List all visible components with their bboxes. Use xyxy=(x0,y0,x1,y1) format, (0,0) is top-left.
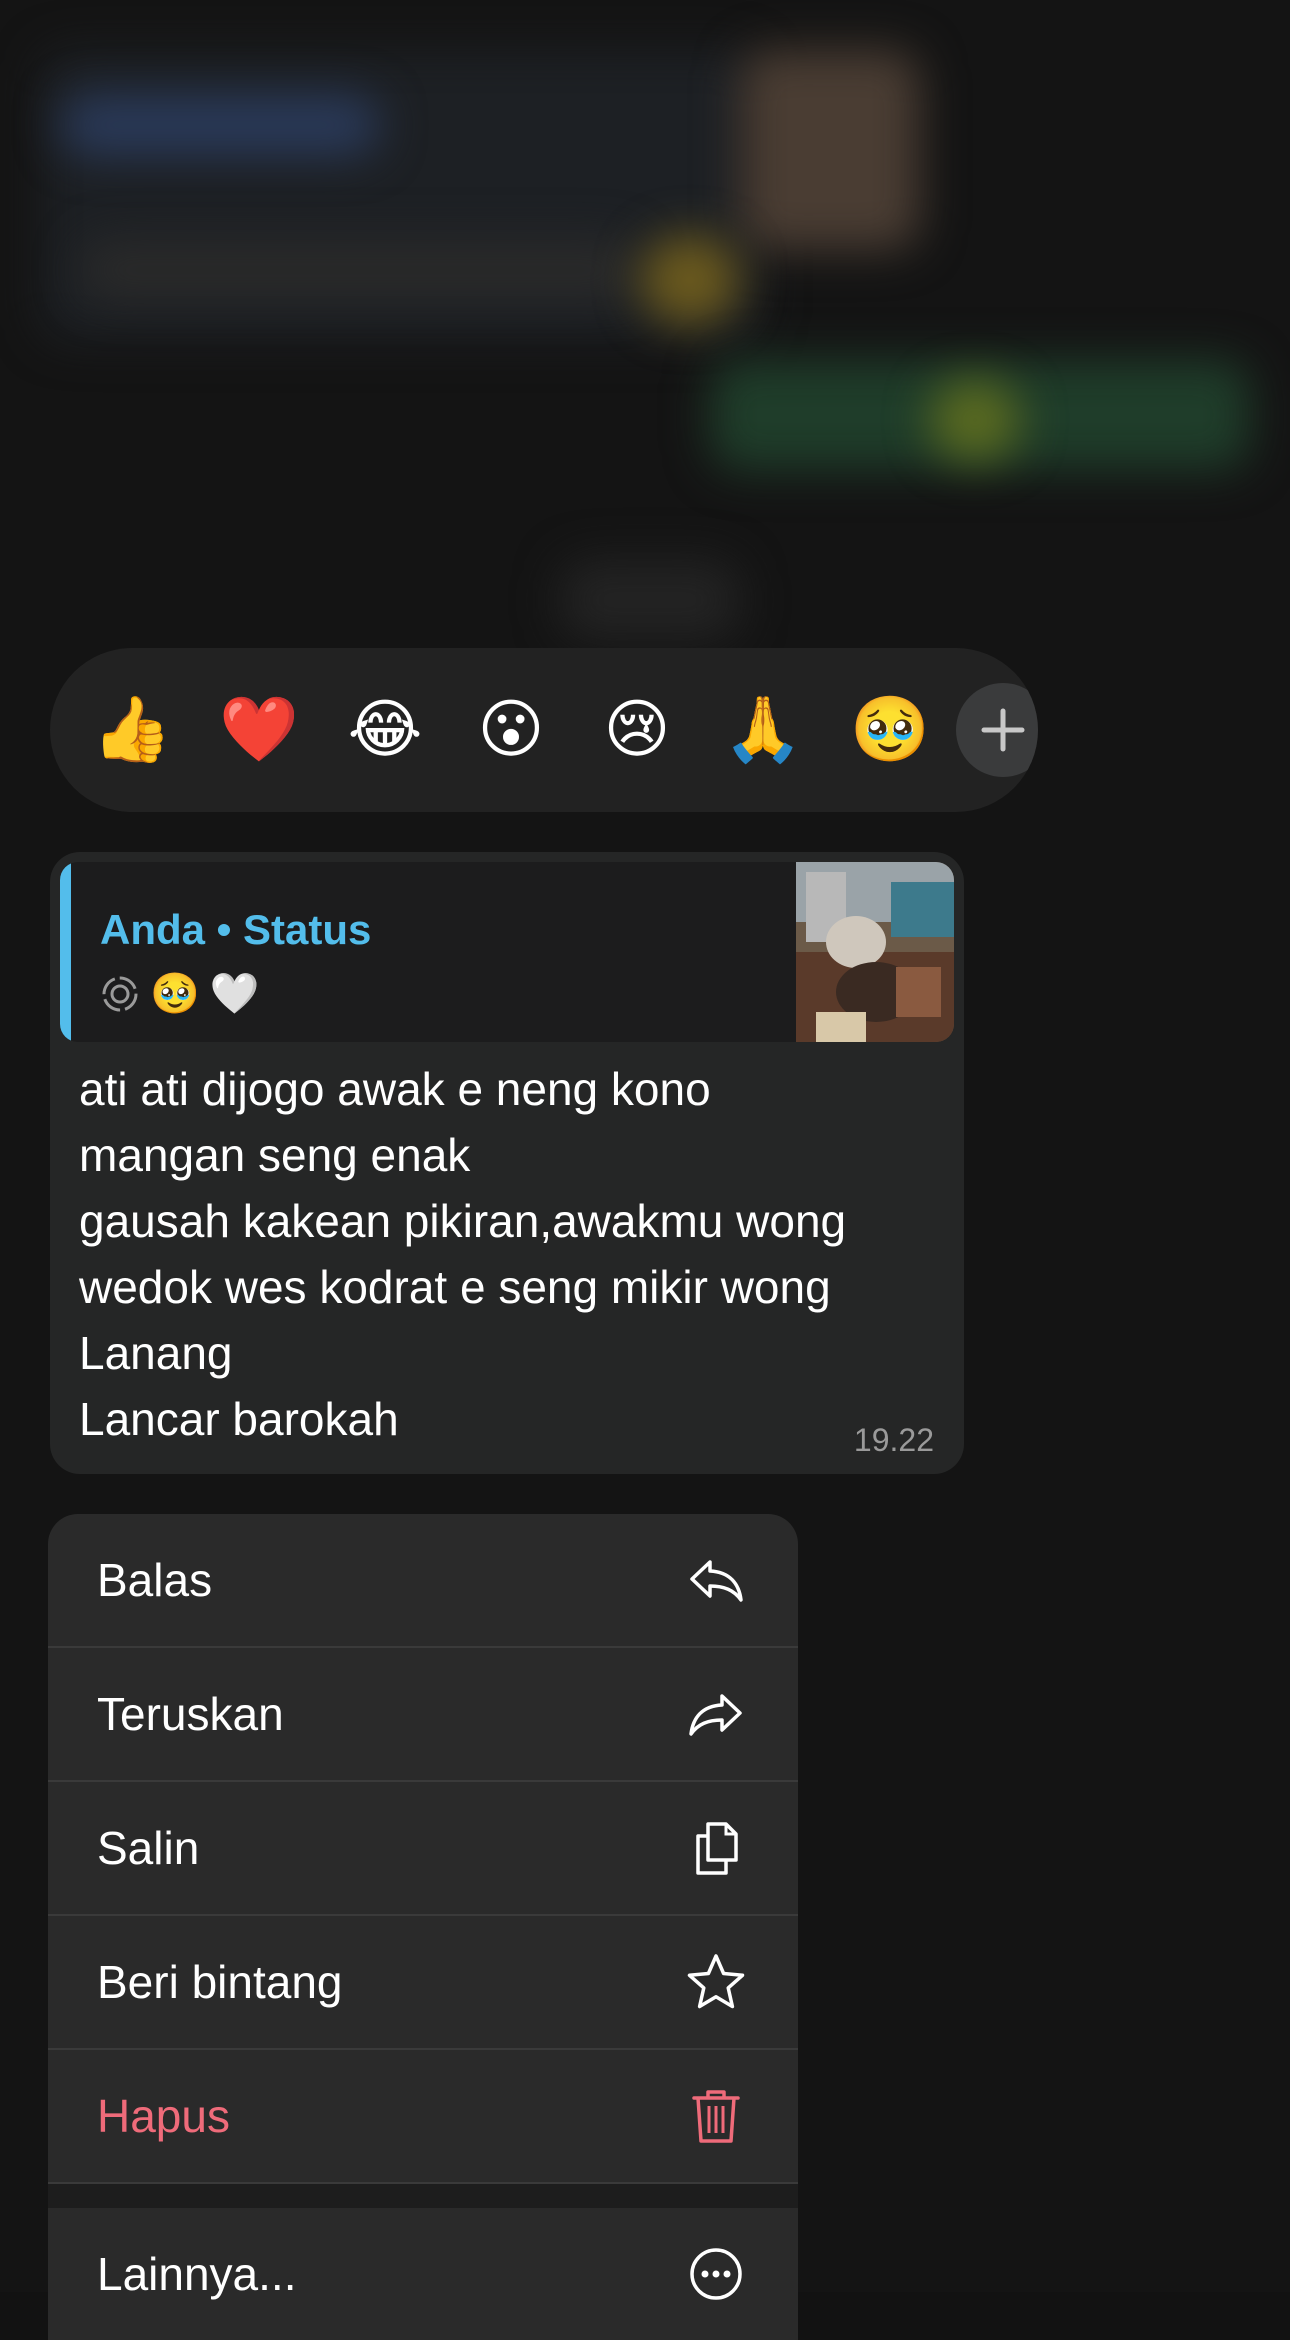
add-reaction-button[interactable] xyxy=(956,683,1038,777)
context-menu: Balas Teruskan Salin Beri bintang Hapus xyxy=(48,1514,798,2340)
menu-separator xyxy=(48,2184,798,2208)
status-ring-icon xyxy=(102,976,138,1012)
menu-item-label: Balas xyxy=(97,1554,213,1606)
message-text: ati ati dijogo awak e neng kono mangan s… xyxy=(79,1056,959,1452)
star-icon xyxy=(687,1954,745,2009)
menu-item-forward[interactable]: Teruskan xyxy=(48,1648,798,1782)
message-line: Lanang xyxy=(79,1327,233,1379)
menu-item-label: Salin xyxy=(97,1822,200,1874)
message-line: gausah kakean pikiran,awakmu wong xyxy=(79,1195,847,1247)
preview-emoji-heart: 🤍 xyxy=(209,971,260,1017)
menu-item-label: Lainnya... xyxy=(97,2248,297,2300)
reaction-bar: 👍 ❤️ 😂 😮 😢 🙏 🥹 xyxy=(50,648,1038,812)
message-bubble[interactable]: Anda • Status 🥹 🤍 ati ati dijogo awak e … xyxy=(50,852,964,1474)
reaction-holding-tears[interactable]: 🥹 xyxy=(846,686,934,774)
menu-item-copy[interactable]: Salin xyxy=(48,1782,798,1916)
menu-item-more[interactable]: Lainnya... xyxy=(48,2208,798,2340)
menu-item-label: Hapus xyxy=(97,2090,230,2142)
menu-item-label: Beri bintang xyxy=(97,1956,343,2008)
trash-icon xyxy=(692,2090,740,2143)
quote-author: Anda • Status xyxy=(100,906,372,953)
menu-item-label: Teruskan xyxy=(97,1688,284,1740)
more-icon xyxy=(690,2248,742,2300)
preview-emoji-face: 🥹 xyxy=(150,971,200,1017)
reaction-pray[interactable]: 🙏 xyxy=(719,686,807,774)
reply-icon xyxy=(690,1560,743,1602)
plus-icon xyxy=(981,708,1025,752)
quote-accent-bar xyxy=(60,862,71,1042)
quote-preview: 🥹 🤍 xyxy=(100,968,260,1020)
message-line: wedok wes kodrat e seng mikir wong xyxy=(79,1261,831,1313)
menu-item-reply[interactable]: Balas xyxy=(48,1514,798,1648)
reaction-crying[interactable]: 😢 xyxy=(593,686,681,774)
menu-item-delete[interactable]: Hapus xyxy=(48,2050,798,2184)
reaction-surprised[interactable]: 😮 xyxy=(467,686,555,774)
copy-icon xyxy=(696,1822,738,1875)
menu-item-star[interactable]: Beri bintang xyxy=(48,1916,798,2050)
message-line: Lancar barokah xyxy=(79,1393,399,1445)
status-thumbnail xyxy=(796,862,954,1042)
quoted-status[interactable]: Anda • Status 🥹 🤍 xyxy=(60,862,954,1042)
reaction-thumbs-up[interactable]: 👍 xyxy=(88,686,176,774)
message-line: mangan seng enak xyxy=(79,1129,471,1181)
message-line: ati ati dijogo awak e neng kono xyxy=(79,1063,711,1115)
reaction-heart[interactable]: ❤️ xyxy=(215,686,303,774)
reaction-laughing[interactable]: 😂 xyxy=(341,686,429,774)
message-timestamp: 19.22 xyxy=(853,1422,934,1458)
forward-icon xyxy=(689,1694,742,1736)
